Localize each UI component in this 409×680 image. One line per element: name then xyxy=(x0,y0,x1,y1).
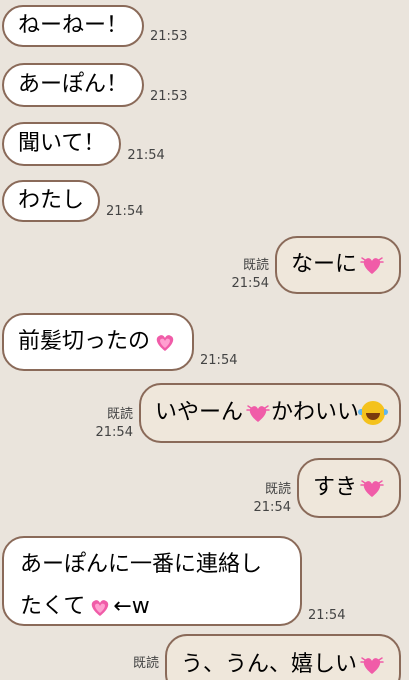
message-text: 前髪切ったの xyxy=(18,329,151,354)
message-text: たくて xyxy=(20,594,86,619)
message-bubble[interactable]: 前髪切ったの xyxy=(2,313,195,371)
message-incoming: わたし 21:54 xyxy=(2,180,149,222)
message-time: 21:54 xyxy=(127,148,165,163)
message-text: 聞いて！ xyxy=(18,131,106,156)
sparkling-heart-icon xyxy=(92,600,109,616)
read-receipt: 既読 xyxy=(106,407,133,422)
message-incoming: あーぽん！ 21:53 xyxy=(2,63,193,107)
message-bubble[interactable]: あーぽん！ xyxy=(2,63,145,107)
message-time: 21:54 xyxy=(308,608,346,623)
message-text: ねーねー！ xyxy=(18,13,129,38)
message-bubble[interactable]: ねーねー！ xyxy=(2,5,145,47)
message-bubble[interactable]: わたし xyxy=(2,180,101,222)
message-time: 21:54 xyxy=(200,353,238,368)
message-outgoing: 既読 21:54 いやーん かわいい xyxy=(96,383,401,443)
message-time: 21:53 xyxy=(150,89,188,104)
message-bubble[interactable]: いやーん かわいい xyxy=(138,383,401,443)
message-incoming: 聞いて！ 21:54 xyxy=(2,122,171,166)
message-bubble[interactable]: なーに xyxy=(274,236,401,294)
message-meta: 既読 xyxy=(133,656,165,674)
message-text: なーに xyxy=(290,252,357,277)
message-incoming: ねーねー！ 21:53 xyxy=(2,5,193,47)
message-incoming: 前髪切ったの 21:54 xyxy=(2,313,243,371)
message-outgoing: 既読 21:54 なーに xyxy=(232,236,401,294)
message-meta: 既読 21:54 xyxy=(232,258,275,294)
message-line: あーぽんに一番に連絡し xyxy=(20,544,284,586)
sparkling-heart-icon xyxy=(246,405,270,422)
message-text: ←w xyxy=(113,594,150,619)
message-meta: 既読 21:54 xyxy=(96,407,139,443)
sparkling-heart-icon xyxy=(360,657,384,674)
message-bubble[interactable]: すき xyxy=(296,458,401,518)
message-text: あーぽんに一番に連絡し xyxy=(20,552,263,577)
sparkling-heart-icon xyxy=(360,257,384,274)
message-incoming: あーぽんに一番に連絡し たくて ←w 21:54 xyxy=(2,536,351,626)
message-text: う、うん、嬉しい xyxy=(180,652,357,677)
message-time: 21:53 xyxy=(150,29,188,44)
message-time: 21:54 xyxy=(253,500,291,515)
message-bubble[interactable]: あーぽんに一番に連絡し たくて ←w xyxy=(2,536,302,626)
chat-thread[interactable]: ねーねー！ 21:53 あーぽん！ 21:53 聞いて！ 21:54 わたし 2… xyxy=(0,0,409,680)
read-receipt: 既読 xyxy=(132,656,159,671)
message-bubble[interactable]: う、うん、嬉しい xyxy=(164,634,401,680)
message-outgoing: 既読 21:54 すき xyxy=(254,458,401,518)
sparkling-heart-icon xyxy=(360,480,384,497)
sparkling-heart-icon xyxy=(156,335,174,351)
message-text: あーぽん！ xyxy=(18,72,129,97)
message-text: かわいい xyxy=(270,400,359,425)
read-receipt: 既読 xyxy=(242,258,269,273)
read-receipt: 既読 xyxy=(264,482,291,497)
message-meta: 既読 21:54 xyxy=(254,482,297,518)
message-text: いやーん xyxy=(154,400,243,425)
tears-of-joy-icon xyxy=(358,401,388,425)
message-bubble[interactable]: 聞いて！ xyxy=(2,122,122,166)
message-time: 21:54 xyxy=(231,276,269,291)
message-time: 21:54 xyxy=(95,425,133,440)
message-time: 21:54 xyxy=(106,204,144,219)
message-line: たくて ←w xyxy=(20,586,284,628)
message-text: すき xyxy=(312,475,357,500)
message-outgoing: 既読 う、うん、嬉しい xyxy=(133,634,401,680)
message-text: わたし xyxy=(18,188,85,213)
